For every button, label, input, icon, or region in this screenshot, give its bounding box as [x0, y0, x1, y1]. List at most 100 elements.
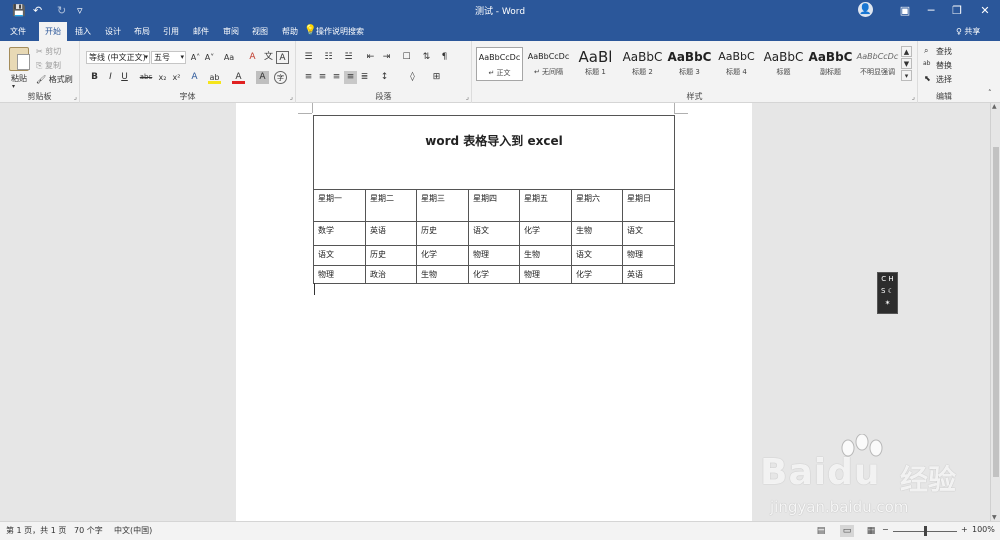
- ime-mode-label[interactable]: C H: [878, 273, 897, 285]
- clipboard-launcher-icon[interactable]: ⌟: [74, 93, 77, 101]
- chinese-layout-icon[interactable]: ☐: [400, 51, 413, 64]
- find-button[interactable]: 查找: [936, 46, 952, 57]
- table-cell[interactable]: 生物: [571, 221, 623, 246]
- line-spacing-icon[interactable]: ↕: [378, 71, 391, 84]
- tab-review[interactable]: 审阅: [217, 22, 245, 41]
- multilevel-list-icon[interactable]: ☱: [342, 51, 355, 64]
- table-cell[interactable]: 物理: [519, 265, 572, 284]
- styles-scroll-up-icon[interactable]: ▲: [901, 46, 912, 57]
- format-painter-button[interactable]: 🖌 格式刷: [36, 74, 73, 85]
- table-cell[interactable]: 化学: [519, 221, 572, 246]
- table-cell[interactable]: 历史: [416, 221, 469, 246]
- zoom-slider-thumb[interactable]: [924, 526, 927, 536]
- document-table[interactable]: word 表格导入到 excel 星期一 星期二 星期三 星期四 星期五 星期六…: [313, 115, 675, 284]
- font-launcher-icon[interactable]: ⌟: [290, 93, 293, 101]
- zoom-in-button[interactable]: +: [961, 525, 968, 534]
- tell-me-search[interactable]: 操作说明搜索: [316, 22, 364, 41]
- tab-mailings[interactable]: 邮件: [187, 22, 215, 41]
- minimize-button[interactable]: ─: [918, 2, 944, 20]
- table-cell[interactable]: 物理: [313, 265, 366, 284]
- table-cell[interactable]: 星期二: [365, 189, 417, 222]
- align-center-icon[interactable]: ≡: [316, 71, 329, 84]
- table-title-cell[interactable]: word 表格导入到 excel: [313, 115, 675, 190]
- page-count[interactable]: 第 1 页，共 1 页: [6, 525, 66, 536]
- scroll-down-icon[interactable]: ▼: [992, 514, 997, 521]
- style-heading-2[interactable]: AaBbC 标题 2: [619, 47, 666, 81]
- ribbon-display-options-icon[interactable]: ▣: [892, 2, 918, 20]
- paragraph-launcher-icon[interactable]: ⌟: [466, 93, 469, 101]
- ime-punctuation-label[interactable]: S ☾: [878, 285, 897, 297]
- table-cell[interactable]: 化学: [468, 265, 520, 284]
- collapse-ribbon-icon[interactable]: ˄: [988, 89, 992, 97]
- superscript-icon[interactable]: x²: [170, 71, 183, 84]
- text-effects-icon[interactable]: A: [188, 71, 201, 84]
- copy-button[interactable]: ⎘ 复制: [36, 60, 61, 71]
- zoom-out-button[interactable]: −: [882, 525, 889, 534]
- increase-indent-icon[interactable]: ⇥: [380, 51, 393, 64]
- align-left-icon[interactable]: ≡: [302, 71, 315, 84]
- font-name-combo[interactable]: 等线 (中文正文) ▾: [86, 51, 150, 64]
- justify-icon[interactable]: ≡: [344, 71, 357, 84]
- tab-references[interactable]: 引用: [157, 22, 185, 41]
- grow-font-icon[interactable]: A˄: [189, 51, 202, 64]
- table-cell[interactable]: 星期日: [622, 189, 675, 222]
- cut-button[interactable]: ✂ 剪切: [36, 46, 61, 57]
- font-color-icon[interactable]: A: [232, 71, 245, 84]
- scrollbar-thumb[interactable]: [993, 147, 999, 477]
- table-cell[interactable]: 星期六: [571, 189, 623, 222]
- close-button[interactable]: ✕: [972, 2, 998, 20]
- styles-more-icon[interactable]: ▾: [901, 70, 912, 81]
- enclose-characters-icon[interactable]: 字: [274, 71, 287, 84]
- style-heading-3[interactable]: AaBbC 标题 3: [666, 47, 713, 81]
- language-indicator[interactable]: 中文(中国): [114, 525, 152, 536]
- read-mode-icon[interactable]: ▤: [814, 525, 828, 537]
- table-cell[interactable]: 政治: [365, 265, 417, 284]
- table-cell[interactable]: 英语: [622, 265, 675, 284]
- sort-icon[interactable]: ⇅: [420, 51, 433, 64]
- vertical-scrollbar[interactable]: ▲ ▼: [990, 103, 1000, 521]
- table-cell[interactable]: 语文: [571, 245, 623, 266]
- strikethrough-icon[interactable]: abc: [138, 71, 154, 84]
- style-subtitle[interactable]: AaBbC 副标题: [807, 47, 854, 81]
- underline-icon[interactable]: U: [118, 71, 131, 84]
- table-cell[interactable]: 语文: [622, 221, 675, 246]
- table-cell[interactable]: 化学: [416, 245, 469, 266]
- phonetic-guide-icon[interactable]: 文: [262, 51, 275, 64]
- table-cell[interactable]: 星期四: [468, 189, 520, 222]
- tab-view[interactable]: 视图: [246, 22, 274, 41]
- tab-help[interactable]: 帮助: [276, 22, 304, 41]
- table-cell[interactable]: 历史: [365, 245, 417, 266]
- change-case-icon[interactable]: Aa: [220, 51, 238, 64]
- bold-icon[interactable]: B: [88, 71, 101, 84]
- table-cell[interactable]: 生物: [519, 245, 572, 266]
- table-cell[interactable]: 语文: [313, 245, 366, 266]
- character-shading-icon[interactable]: A: [256, 71, 269, 84]
- table-cell[interactable]: 数学: [313, 221, 366, 246]
- decrease-indent-icon[interactable]: ⇤: [364, 51, 377, 64]
- table-cell[interactable]: 语文: [468, 221, 520, 246]
- tab-layout[interactable]: 布局: [128, 22, 156, 41]
- select-button[interactable]: 选择: [936, 74, 952, 85]
- shrink-font-icon[interactable]: A˅: [203, 51, 216, 64]
- italic-icon[interactable]: I: [104, 71, 117, 84]
- font-size-combo[interactable]: 五号 ▾: [151, 51, 186, 64]
- paste-dropdown-icon[interactable]: ▾: [12, 83, 15, 90]
- style-heading-1[interactable]: AaBl 标题 1: [572, 47, 619, 81]
- highlight-icon[interactable]: ab: [208, 71, 221, 84]
- user-avatar-icon[interactable]: 👤: [858, 2, 873, 17]
- web-layout-icon[interactable]: ▦: [864, 525, 878, 537]
- character-border-icon[interactable]: A: [276, 51, 289, 64]
- table-cell[interactable]: 生物: [416, 265, 469, 284]
- replace-button[interactable]: 替换: [936, 60, 952, 71]
- style-heading-4[interactable]: AaBbC 标题 4: [713, 47, 760, 81]
- table-cell[interactable]: 英语: [365, 221, 417, 246]
- restore-button[interactable]: ❐: [944, 2, 970, 20]
- share-button[interactable]: ♀ 共享: [956, 22, 980, 41]
- table-cell[interactable]: 星期一: [313, 189, 366, 222]
- zoom-level[interactable]: 100%: [972, 525, 995, 534]
- subscript-icon[interactable]: x₂: [156, 71, 169, 84]
- tab-file[interactable]: 文件: [4, 22, 32, 41]
- table-cell[interactable]: 星期三: [416, 189, 469, 222]
- tab-design[interactable]: 设计: [99, 22, 127, 41]
- print-layout-icon[interactable]: ▭: [840, 525, 854, 537]
